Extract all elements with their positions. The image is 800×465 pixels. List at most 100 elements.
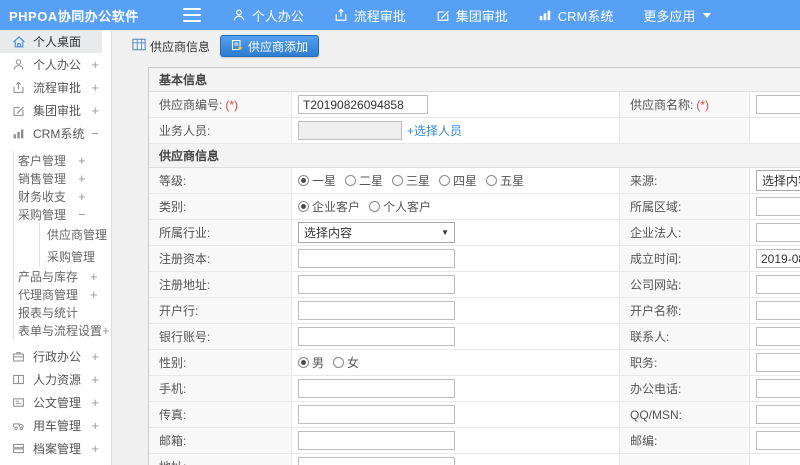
- caret-down-icon: ▼: [441, 228, 449, 237]
- choose-staff-link[interactable]: +选择人员: [407, 122, 462, 139]
- sidebar-item-supplier-mgmt[interactable]: 供应商管理: [13, 223, 111, 245]
- source-select[interactable]: 选择内容▼: [756, 170, 800, 191]
- sidebar-item-doc-mgmt[interactable]: 公文管理 +: [0, 391, 111, 414]
- expand-plus-icon[interactable]: +: [91, 350, 99, 363]
- gender-radio-1[interactable]: 女: [333, 354, 359, 371]
- expand-plus-icon[interactable]: +: [91, 373, 99, 386]
- radio-icon[interactable]: [439, 175, 451, 186]
- expand-plus-icon[interactable]: +: [78, 190, 86, 203]
- sidebar-item-personal-office[interactable]: 个人办公 +: [0, 53, 111, 76]
- sidebar-item-vehicle-mgmt[interactable]: 用车管理 +: [0, 414, 111, 437]
- topnav-group-approval[interactable]: 集团审批: [421, 0, 523, 30]
- sidebar-item-archive-mgmt[interactable]: 档案管理 +: [0, 437, 111, 460]
- supplier-name-input[interactable]: [756, 95, 800, 114]
- form-row: 所属行业: 选择内容 ▼ 企业法人:: [149, 220, 800, 246]
- sidebar-item-agent-mgmt[interactable]: 代理商管理 +: [13, 285, 111, 303]
- radio-icon[interactable]: [486, 175, 498, 186]
- sidebar-item-admin-office[interactable]: 行政办公 +: [0, 345, 111, 368]
- website-input[interactable]: [756, 275, 800, 294]
- radio-icon[interactable]: [298, 357, 309, 368]
- edit-icon: [436, 8, 450, 22]
- sidebar-item-workflow-approval[interactable]: 流程审批 +: [0, 76, 111, 99]
- radio-icon[interactable]: [369, 201, 381, 212]
- office-phone-input[interactable]: [756, 379, 800, 398]
- collapse-minus-icon[interactable]: −: [78, 208, 86, 221]
- expand-plus-icon[interactable]: +: [90, 270, 98, 283]
- expand-plus-icon[interactable]: +: [91, 396, 99, 409]
- expand-plus-icon[interactable]: +: [91, 419, 99, 432]
- expand-plus-icon[interactable]: +: [102, 324, 110, 337]
- expand-plus-icon[interactable]: +: [91, 58, 99, 71]
- level-radio-1[interactable]: 二星: [345, 172, 383, 189]
- supplier-no-input[interactable]: [298, 95, 428, 114]
- zip-input[interactable]: [756, 431, 800, 450]
- topnav-more-apps[interactable]: 更多应用: [628, 0, 726, 30]
- account-name-input[interactable]: [756, 301, 800, 320]
- field-label-text: 类别:: [159, 200, 187, 214]
- email-input[interactable]: [298, 431, 455, 450]
- radio-icon[interactable]: [298, 201, 309, 212]
- reg-address-input[interactable]: [298, 275, 455, 294]
- sidebar-item-product-stock[interactable]: 产品与库存 +: [13, 267, 111, 285]
- address-input[interactable]: [298, 457, 455, 465]
- mobile-label: 手机:: [149, 376, 292, 401]
- topnav-personal-office[interactable]: 个人办公: [217, 0, 319, 30]
- sidebar-item-purchasing-mgmt[interactable]: 采购管理: [13, 245, 111, 267]
- required-marker: (*): [696, 97, 710, 112]
- category-radio-0[interactable]: 企业客户: [298, 198, 360, 215]
- field-label-text: 供应商名称:: [630, 98, 694, 112]
- legal-person-input[interactable]: [756, 223, 800, 242]
- radio-icon[interactable]: [345, 175, 357, 186]
- gender-radio-0[interactable]: 男: [298, 354, 324, 371]
- radio-icon[interactable]: [298, 175, 309, 186]
- mobile-input[interactable]: [298, 379, 455, 398]
- office-phone-value-cell: [750, 376, 800, 401]
- sidebar-item-group-approval[interactable]: 集团审批 +: [0, 99, 111, 122]
- sidebar-item-sales-mgmt[interactable]: 销售管理 +: [13, 169, 111, 187]
- legal-person-value-cell: [750, 220, 800, 245]
- upload-icon: [334, 8, 348, 22]
- expand-plus-icon[interactable]: +: [78, 154, 86, 167]
- radio-icon[interactable]: [392, 175, 404, 186]
- level-radio-3[interactable]: 四星: [439, 172, 477, 189]
- staff-input[interactable]: [298, 121, 402, 140]
- expand-plus-icon[interactable]: +: [91, 81, 99, 94]
- sidebar-item-customer-mgmt[interactable]: 客户管理 +: [13, 151, 111, 169]
- collapse-minus-icon[interactable]: −: [91, 127, 99, 140]
- staff-label: 业务人员:: [149, 118, 292, 143]
- tab-supplier-info[interactable]: 供应商信息: [132, 38, 210, 55]
- expand-plus-icon[interactable]: +: [78, 172, 86, 185]
- sidebar-item-finance-mgmt[interactable]: 财务收支 +: [13, 187, 111, 205]
- expand-plus-icon[interactable]: +: [91, 442, 99, 455]
- bank-account-input[interactable]: [298, 327, 455, 346]
- tab-supplier-add[interactable]: 供应商添加: [220, 35, 320, 57]
- reg-capital-input[interactable]: [298, 249, 455, 268]
- fax-value-cell: [292, 402, 620, 427]
- fax-input[interactable]: [298, 405, 455, 424]
- sidebar-item-crm-system[interactable]: CRM系统 −: [0, 122, 111, 145]
- position-input[interactable]: [756, 353, 800, 372]
- level-radio-4[interactable]: 五星: [486, 172, 524, 189]
- region-input[interactable]: [756, 197, 800, 216]
- category-radio-1[interactable]: 个人客户: [369, 198, 431, 215]
- sidebar-item-personal-desktop[interactable]: 个人桌面: [0, 30, 102, 53]
- industry-select[interactable]: 选择内容 ▼: [298, 222, 455, 243]
- sidebar-item-report-stats[interactable]: 报表与统计: [13, 303, 111, 321]
- contact-input[interactable]: [756, 327, 800, 346]
- level-radio-0[interactable]: 一星: [298, 172, 336, 189]
- menu-toggle-icon[interactable]: [182, 8, 201, 22]
- expand-plus-icon[interactable]: +: [90, 288, 98, 301]
- founded-date-input[interactable]: [756, 249, 800, 268]
- qq-msn-input[interactable]: [756, 405, 800, 424]
- topnav-workflow-approval[interactable]: 流程审批: [319, 0, 421, 30]
- personal-desktop-icon: [12, 35, 26, 49]
- sidebar-item-form-flow-settings[interactable]: 表单与流程设置 +: [13, 321, 111, 339]
- radio-icon[interactable]: [333, 357, 345, 368]
- topnav-crm[interactable]: CRM系统: [523, 0, 629, 30]
- level-radio-2[interactable]: 三星: [392, 172, 430, 189]
- sidebar-item-purchase-mgmt[interactable]: 采购管理 −: [13, 205, 111, 223]
- sidebar-item-hr[interactable]: 人力资源 +: [0, 368, 111, 391]
- staff-value-cell: +选择人员: [292, 118, 620, 143]
- bank-input[interactable]: [298, 301, 455, 320]
- expand-plus-icon[interactable]: +: [91, 104, 99, 117]
